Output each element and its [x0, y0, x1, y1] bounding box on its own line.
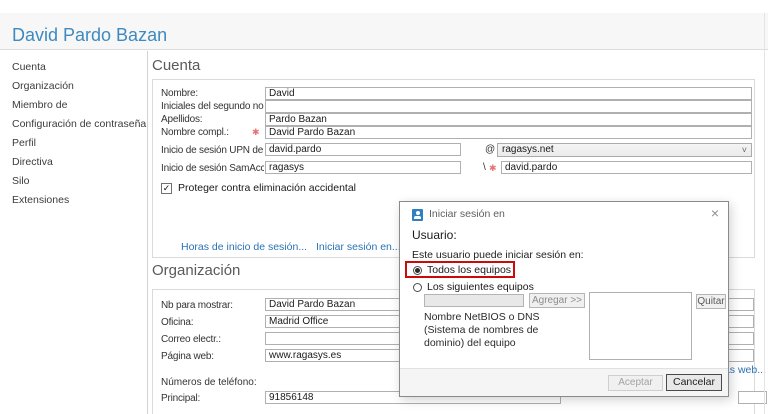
required-asterisk-icon: ✱ — [489, 162, 497, 175]
section-heading-organizacion: Organización — [152, 262, 240, 279]
hint-line-3: dominio) del equipo — [424, 337, 540, 350]
sam-domain-input[interactable] — [265, 161, 461, 174]
window-right-edge-line — [764, 13, 765, 414]
sidebar-item-silo[interactable]: Silo — [0, 172, 147, 191]
logon-hours-link[interactable]: Horas de inicio de sesión... — [181, 241, 307, 253]
upn-logon-label: Inicio de sesión UPN de us... — [161, 144, 264, 157]
cancel-button[interactable]: Cancelar — [666, 374, 722, 391]
hint-line-1: Nombre NetBIOS o DNS — [424, 311, 540, 324]
middle-initials-input[interactable] — [265, 100, 752, 113]
protect-deletion-label: Proteger contra eliminación accidental — [178, 182, 356, 194]
dialog-description: Este usuario puede iniciar sesión en: — [412, 249, 584, 261]
sidebar-item-perfil[interactable]: Perfil — [0, 134, 147, 153]
web-page-label: Página web: — [161, 350, 264, 363]
page-title: David Pardo Bazan — [12, 25, 167, 46]
hint-line-2: (Sistema de nombres de — [424, 324, 540, 337]
radio-all-computers[interactable]: Todos los equipos — [413, 264, 511, 276]
netbios-hint-text: Nombre NetBIOS o DNS (Sistema de nombres… — [424, 311, 540, 350]
sam-account-label: Inicio de sesión SamAccou... — [161, 162, 264, 175]
protect-deletion-checkbox[interactable]: ✓ — [161, 183, 172, 194]
sidebar-item-extensiones[interactable]: Extensiones — [0, 191, 147, 210]
full-name-label: Nombre compl.: — [161, 126, 264, 139]
user-badge-icon — [412, 209, 423, 221]
protect-deletion-row: ✓ Proteger contra eliminación accidental — [161, 182, 356, 194]
surname-label: Apellidos: — [161, 113, 264, 126]
display-name-label: Nb para mostrar: — [161, 299, 264, 312]
sidebar-item-configuracion-contrasena[interactable]: Configuración de contraseña — [0, 115, 147, 134]
middle-initials-label: Iniciales del segundo nom... — [161, 100, 264, 113]
office-label: Oficina: — [161, 316, 264, 329]
radio-selected-icon — [413, 266, 422, 275]
radio-following-computers[interactable]: Los siguientes equipos — [413, 281, 534, 293]
user-section-label: Usuario: — [412, 228, 457, 242]
log-on-to-dialog: Iniciar sesión en × Usuario: Este usuari… — [399, 201, 729, 397]
surname-input[interactable] — [265, 113, 752, 126]
remove-button[interactable]: Quitar — [696, 294, 726, 309]
page-header: David Pardo Bazan — [0, 13, 768, 50]
upn-domain-dropdown[interactable]: ragasys.net ˅ — [497, 143, 752, 157]
sam-name-input[interactable] — [501, 161, 752, 174]
sidebar-item-organizacion[interactable]: Organización — [0, 77, 147, 96]
full-name-input[interactable] — [265, 126, 752, 139]
accept-button[interactable]: Aceptar — [608, 375, 663, 391]
sidebar-item-directiva[interactable]: Directiva — [0, 153, 147, 172]
main-phone-label: Principal: — [161, 392, 264, 405]
computers-listbox[interactable] — [589, 292, 692, 360]
upn-logon-input[interactable] — [265, 143, 461, 156]
radio-unselected-icon — [413, 283, 422, 292]
chevron-down-icon: ˅ — [742, 144, 747, 156]
sidebar: Cuenta Organización Miembro de Configura… — [0, 51, 148, 414]
dialog-footer: Aceptar Cancelar — [400, 368, 728, 396]
name-label: Nombre: — [161, 87, 264, 100]
dialog-title: Iniciar sesión en — [429, 208, 505, 220]
sidebar-item-miembro-de[interactable]: Miembro de — [0, 96, 147, 115]
required-asterisk-icon: ✱ — [252, 126, 260, 139]
backslash-label: \ — [483, 161, 486, 175]
close-icon[interactable]: × — [711, 205, 719, 221]
add-button[interactable]: Agregar >> — [529, 293, 585, 308]
logon-to-link[interactable]: Iniciar sesión en... — [316, 241, 401, 253]
at-sign-label: @ — [485, 143, 495, 157]
phone-numbers-label: Números de teléfono: — [161, 377, 257, 388]
radio-all-computers-label: Todos los equipos — [427, 264, 511, 276]
org-right-input-5[interactable] — [738, 391, 767, 404]
upn-domain-value: ragasys.net — [502, 144, 554, 155]
name-input[interactable] — [265, 87, 752, 100]
computer-name-input[interactable] — [424, 294, 524, 307]
adac-user-properties-window: David Pardo Bazan Cuenta Organización Mi… — [0, 0, 768, 414]
email-label: Correo electr.: — [161, 333, 264, 346]
section-heading-cuenta: Cuenta — [152, 57, 200, 74]
sidebar-item-cuenta[interactable]: Cuenta — [0, 58, 147, 77]
radio-following-computers-label: Los siguientes equipos — [427, 281, 534, 293]
